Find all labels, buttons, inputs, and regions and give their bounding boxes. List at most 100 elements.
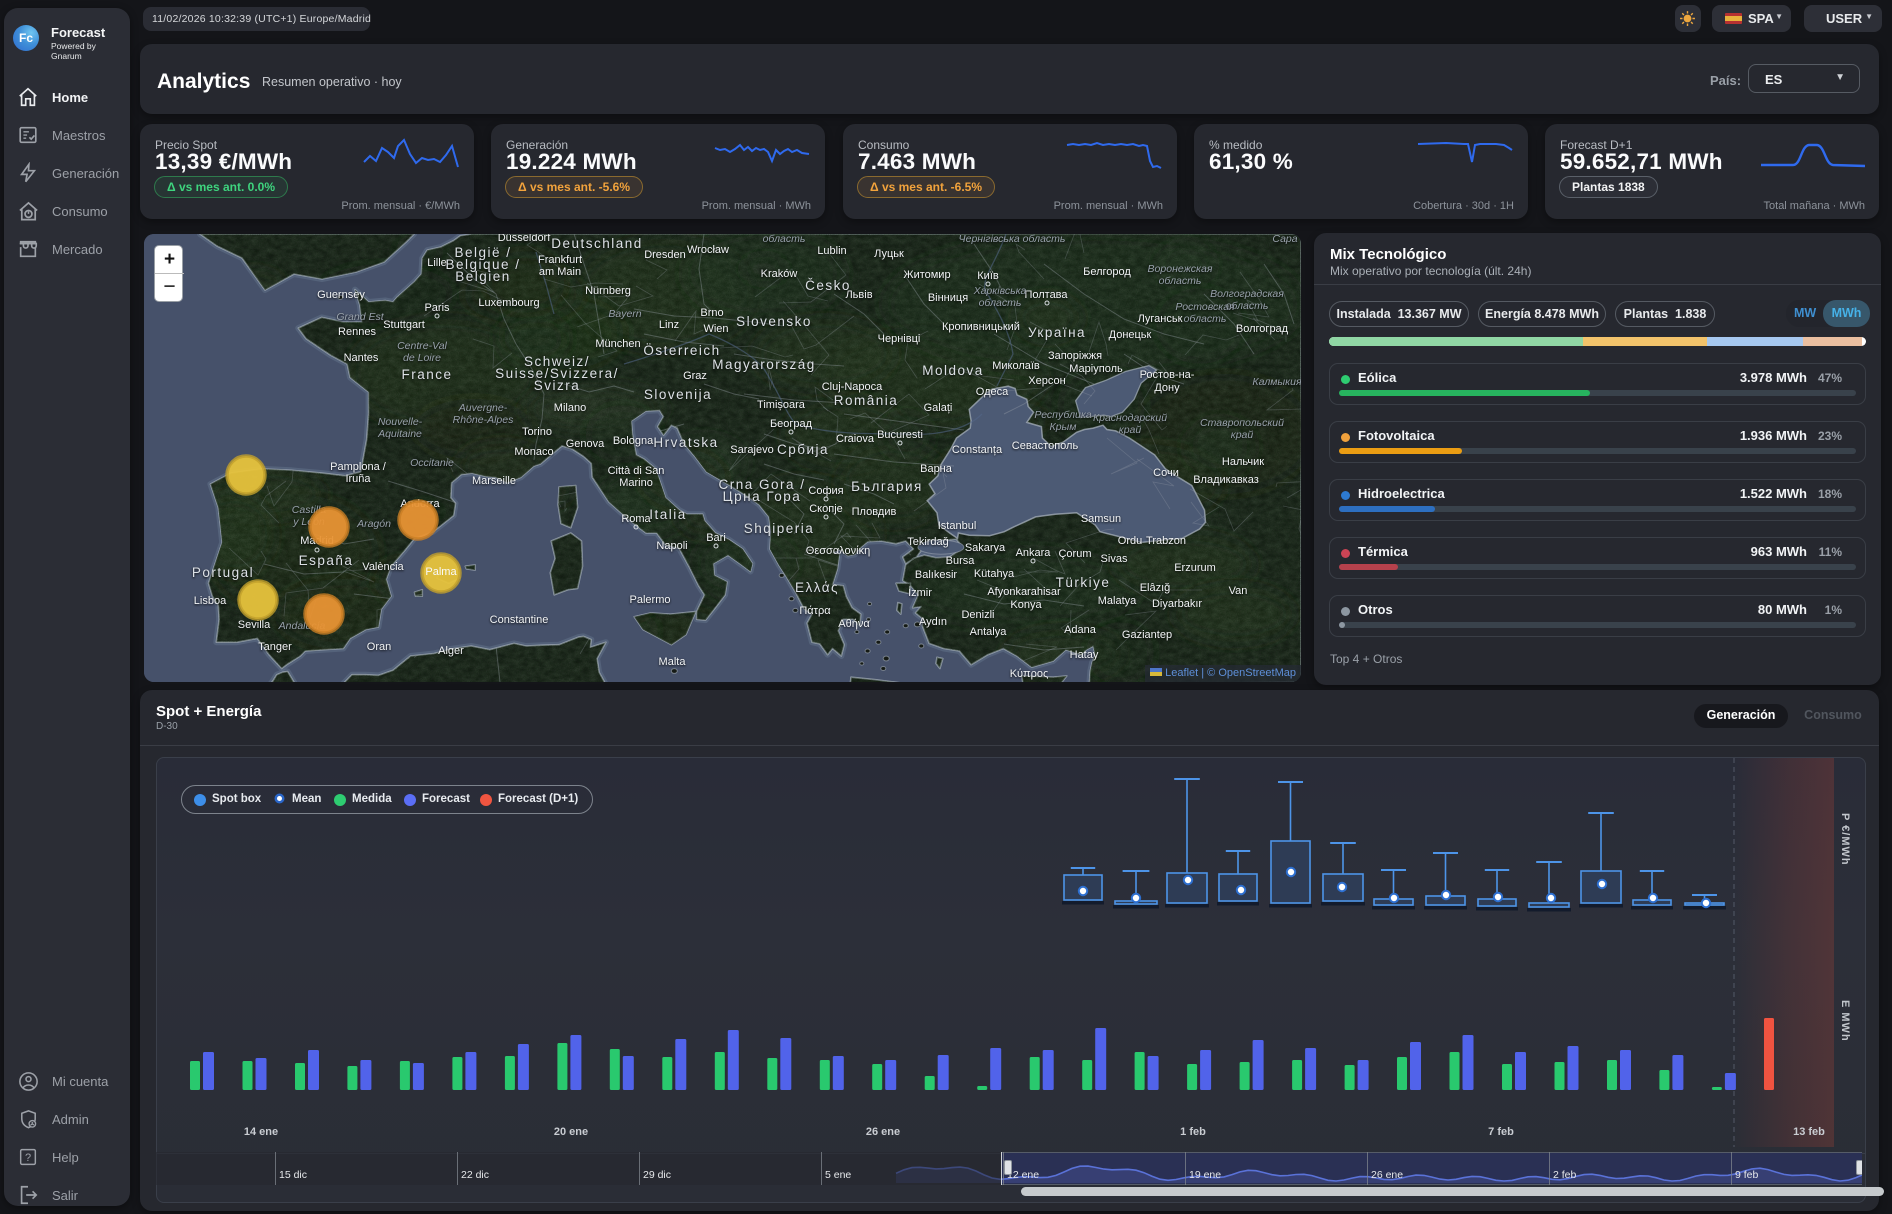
svg-text:de Loire: de Loire [403, 352, 441, 364]
svg-text:Πάτρα: Πάτρα [799, 605, 831, 617]
svg-text:Centre-Val: Centre-Val [397, 340, 447, 352]
svg-text:Скопје: Скопје [809, 503, 843, 515]
svg-text:Wrocław: Wrocław [687, 244, 729, 256]
svg-text:Türkiye: Türkiye [1056, 575, 1111, 590]
svg-text:Roma: Roma [621, 513, 651, 525]
svg-text:Afyonkarahisar: Afyonkarahisar [987, 586, 1061, 598]
svg-text:Sevilla: Sevilla [238, 619, 271, 631]
svg-text:Краснодарский: Краснодарский [1093, 412, 1167, 424]
svg-text:Київ: Київ [977, 270, 999, 282]
svg-text:Чернігівська область: Чернігівська область [959, 234, 1066, 245]
svg-text:Полтава: Полтава [1024, 289, 1068, 301]
svg-text:Timișoara: Timișoara [757, 399, 806, 411]
svg-text:Adana: Adana [1064, 624, 1097, 636]
svg-text:Θεσσαλονίκη: Θεσσαλονίκη [806, 545, 870, 557]
svg-text:София: София [808, 485, 843, 497]
svg-text:Portugal: Portugal [192, 565, 254, 580]
svg-text:Bayern: Bayern [608, 308, 641, 320]
svg-text:Malatya: Malatya [1098, 595, 1137, 607]
svg-text:Deutschland: Deutschland [551, 236, 643, 251]
svg-text:Калмыкия: Калмыкия [1252, 376, 1301, 388]
svg-text:Hrvatska: Hrvatska [653, 435, 718, 450]
svg-text:Palermo: Palermo [630, 594, 671, 606]
svg-text:Україна: Україна [1028, 325, 1086, 340]
svg-text:Auvergne-: Auvergne- [458, 402, 508, 414]
svg-text:Magyarország: Magyarország [712, 357, 816, 372]
svg-text:область: область [763, 234, 806, 245]
svg-text:Волгоградская: Волгоградская [1210, 288, 1284, 300]
svg-text:Frankfurt: Frankfurt [538, 254, 582, 266]
svg-text:Oran: Oran [367, 641, 391, 653]
svg-text:Slovensko: Slovensko [736, 314, 812, 329]
svg-text:Sivas: Sivas [1101, 553, 1128, 565]
svg-text:Ελλάς: Ελλάς [795, 580, 839, 595]
svg-text:Нальчик: Нальчик [1222, 456, 1264, 468]
svg-text:Республика: Республика [1034, 409, 1092, 421]
svg-text:Istanbul: Istanbul [938, 520, 977, 532]
svg-text:Варна: Варна [920, 463, 953, 475]
svg-text:Wien: Wien [703, 323, 728, 335]
svg-text:Aydın: Aydın [919, 616, 947, 628]
svg-text:Луцьк: Луцьк [874, 248, 904, 260]
svg-text:Belgien: Belgien [455, 269, 511, 284]
svg-text:Sarajevo: Sarajevo [730, 444, 773, 456]
svg-text:Çorum: Çorum [1058, 548, 1091, 560]
svg-text:Torino: Torino [522, 426, 552, 438]
svg-text:Крым: Крым [1050, 421, 1077, 433]
svg-text:Србија: Србија [777, 442, 829, 457]
svg-text:Београд: Београд [770, 418, 813, 430]
svg-text:Lisboa: Lisboa [194, 595, 227, 607]
svg-text:Düsseldorf: Düsseldorf [498, 234, 552, 244]
svg-text:Erzurum: Erzurum [1174, 562, 1216, 574]
svg-text:Italia: Italia [649, 507, 687, 522]
svg-text:Владикавказ: Владикавказ [1193, 474, 1259, 486]
svg-text:İzmir: İzmir [908, 586, 932, 599]
svg-text:Dresden: Dresden [644, 249, 686, 261]
svg-text:Graz: Graz [683, 370, 707, 382]
svg-text:Malta: Malta [659, 656, 687, 668]
svg-text:München: München [595, 338, 640, 350]
svg-text:край: край [1231, 429, 1254, 441]
svg-text:Guernsey: Guernsey [317, 289, 365, 301]
svg-text:Craiova: Craiova [836, 433, 875, 445]
svg-text:Rhône-Alpes: Rhône-Alpes [453, 414, 514, 426]
svg-text:1 feb: 1 feb [1180, 1126, 1206, 1138]
svg-text:край: край [1119, 424, 1142, 436]
svg-text:Харківська: Харківська [973, 285, 1027, 297]
svg-text:Elâzığ: Elâzığ [1140, 582, 1171, 594]
svg-text:Marino: Marino [619, 477, 653, 489]
svg-text:Bucuresti: Bucuresti [877, 429, 923, 441]
svg-text:Севастополь: Севастополь [1012, 440, 1079, 452]
svg-text:Αθήνα: Αθήνα [838, 618, 870, 630]
svg-text:Lille: Lille [427, 257, 447, 269]
svg-text:?: ? [25, 1152, 31, 1164]
svg-text:Ставропольский: Ставропольский [1200, 417, 1284, 429]
svg-text:Миколаїв: Миколаїв [992, 360, 1040, 372]
svg-text:Brno: Brno [700, 307, 723, 319]
svg-text:Luxembourg: Luxembourg [478, 297, 539, 309]
svg-text:Житомир: Житомир [903, 269, 950, 281]
svg-text:7 feb: 7 feb [1488, 1126, 1514, 1138]
svg-text:Sakarya: Sakarya [965, 542, 1006, 554]
svg-text:Пловдив: Пловдив [852, 506, 897, 518]
svg-text:Città di San: Città di San [608, 465, 665, 477]
svg-text:Волгоград: Волгоград [1236, 323, 1289, 335]
svg-text:Bologna: Bologna [613, 435, 654, 447]
svg-text:Kütahya: Kütahya [974, 568, 1015, 580]
svg-text:Запоріжжя: Запоріжжя [1048, 350, 1102, 362]
svg-text:Bari: Bari [706, 532, 726, 544]
svg-text:Gaziantep: Gaziantep [1122, 629, 1172, 641]
svg-text:València: València [362, 561, 404, 573]
svg-text:Hatay: Hatay [1070, 649, 1099, 661]
svg-text:Occitanie: Occitanie [410, 457, 454, 469]
svg-text:Slovenija: Slovenija [644, 387, 712, 402]
svg-text:Tekirdağ: Tekirdağ [907, 536, 949, 548]
svg-text:Дону: Дону [1154, 382, 1180, 394]
svg-text:Nantes: Nantes [344, 352, 379, 364]
svg-text:Cluj-Napoca: Cluj-Napoca [822, 381, 883, 393]
svg-text:Сара: Сара [1272, 234, 1297, 245]
svg-text:Ростовская: Ростовская [1175, 301, 1235, 313]
svg-text:France: France [401, 367, 452, 382]
svg-text:Galați: Galați [924, 402, 953, 414]
svg-text:Van: Van [1229, 585, 1248, 597]
